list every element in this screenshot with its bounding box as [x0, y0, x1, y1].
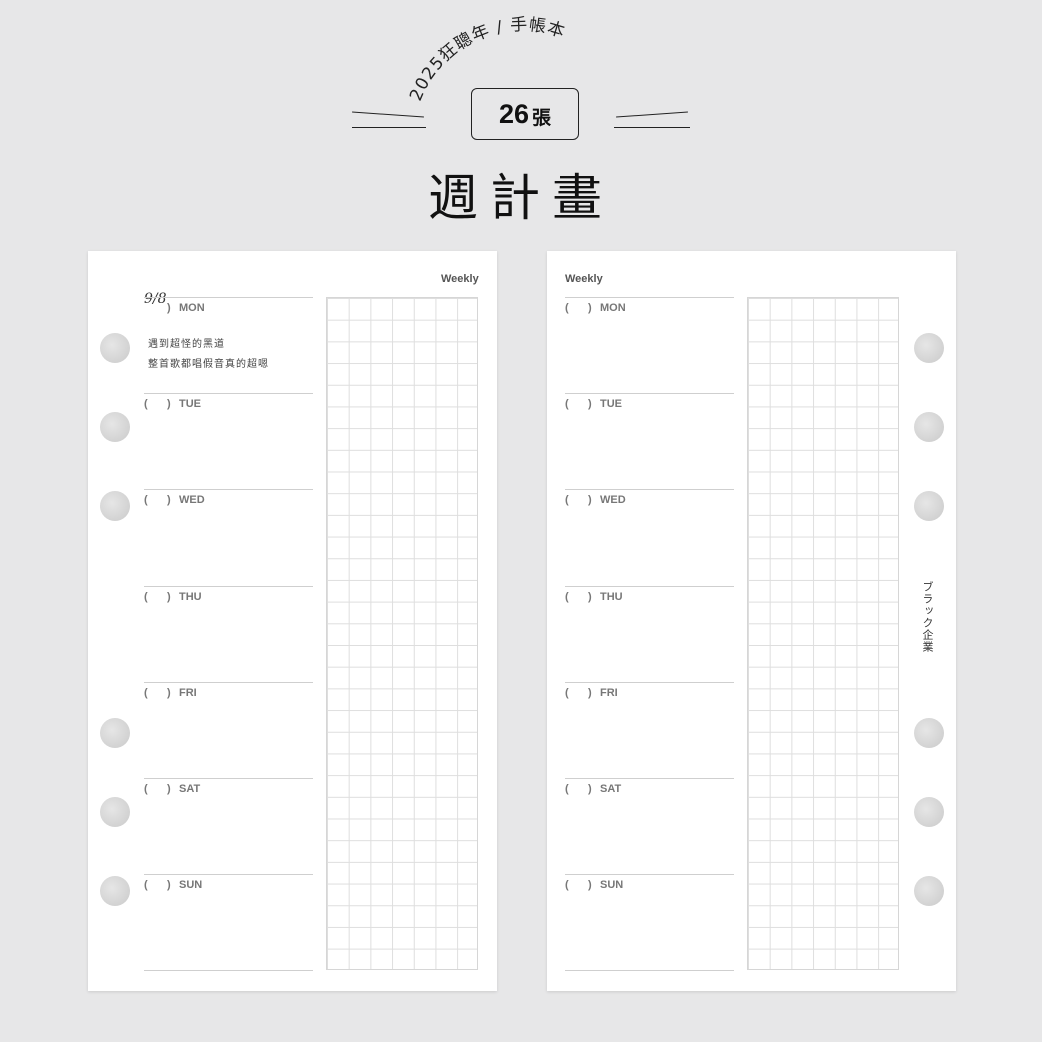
day-divider [565, 585, 734, 587]
binder-hole [914, 412, 944, 442]
deco-line-left-bottom [352, 127, 426, 128]
day-label-mon: MON [179, 302, 205, 314]
date-close-paren: ) [167, 686, 171, 699]
day-label-tue: TUE [600, 398, 622, 411]
day-divider [565, 681, 734, 683]
weekly-label: Weekly [441, 273, 479, 285]
date-open-paren: ( [144, 590, 148, 603]
day-divider [144, 489, 313, 491]
binder-hole [100, 876, 130, 906]
planner-page-right: Weekly ブラック企業 () MON () TUE () WED () THU () FRI (… [547, 251, 956, 991]
date-open-paren: ( [565, 590, 569, 603]
header: 2025狂聰年 / 手帳本 26 張 週計畫 [0, 0, 1042, 240]
day-label-mon: MON [600, 302, 626, 314]
binder-hole [914, 718, 944, 748]
date-close-paren: ) [588, 398, 592, 411]
badge-number: 26 [498, 98, 530, 129]
date-close-paren: ) [588, 494, 592, 507]
date-close-paren: ) [167, 879, 171, 892]
binder-hole [100, 412, 130, 442]
date-close-paren: ) [167, 398, 171, 411]
binder-hole [100, 491, 130, 521]
day-label-fri: FRI [179, 686, 197, 699]
binder-hole [914, 876, 944, 906]
day-divider [144, 778, 313, 779]
deco-line-right-bottom [614, 127, 690, 128]
binder-hole [100, 797, 130, 827]
day-divider [565, 297, 734, 298]
day-divider [144, 681, 313, 683]
day-label-thu: THU [179, 590, 202, 603]
date-open-paren: ( [565, 302, 569, 314]
day-divider [565, 489, 734, 491]
day-divider [565, 874, 734, 876]
date-open-paren: ( [565, 398, 569, 411]
day-divider [144, 874, 313, 876]
date-close-paren: ) [588, 783, 592, 795]
date-close-paren: ) [588, 590, 592, 603]
day-divider [144, 393, 313, 395]
date-open-paren: ( [144, 879, 148, 892]
day-divider [565, 393, 734, 395]
day-label-sun: SUN [179, 879, 203, 892]
grid-notes-area [326, 297, 478, 970]
date-close-paren: ) [588, 302, 592, 314]
weekly-label: Weekly [565, 273, 603, 285]
date-open-paren: ( [565, 879, 569, 892]
binder-hole [100, 333, 130, 363]
date-open-paren: ( [565, 783, 569, 795]
day-label-wed: WED [179, 494, 205, 507]
date-close-paren: ) [167, 302, 171, 314]
day-label-wed: WED [600, 494, 626, 507]
day-divider [144, 970, 313, 972]
date-close-paren: ) [588, 879, 592, 892]
date-open-paren: ( [565, 686, 569, 699]
day-label-sat: SAT [600, 783, 622, 795]
day-divider [144, 585, 313, 587]
page-title: 週計畫 [428, 169, 614, 227]
day-divider [565, 970, 734, 972]
day-label-sun: SUN [600, 879, 624, 892]
binder-hole [914, 491, 944, 521]
handwritten-date: 9/8 [144, 291, 167, 307]
side-vertical-text: ブラック企業 [921, 581, 934, 653]
note-line: 整首歌都唱假音真的超嗯 [148, 359, 269, 370]
date-open-paren: ( [144, 686, 148, 699]
date-close-paren: ) [167, 494, 171, 507]
date-close-paren: ) [167, 590, 171, 603]
day-label-fri: FRI [600, 686, 618, 699]
grid-notes-area [747, 297, 899, 970]
day-divider [565, 778, 734, 779]
binder-hole [914, 333, 944, 363]
day-label-thu: THU [600, 590, 623, 603]
date-open-paren: ( [144, 398, 148, 411]
date-open-paren: ( [144, 783, 148, 795]
planner-page-left: Weekly 9/8 遇到超怪的黑道 整首歌都唱假音真的超嗯 ) MON () TUE… [88, 251, 497, 991]
badge-unit: 張 [532, 108, 552, 129]
day-divider [144, 297, 313, 298]
sheet-count-badge: 26 張 [471, 88, 579, 140]
day-label-tue: TUE [179, 398, 201, 411]
binder-hole [914, 797, 944, 827]
binder-hole [100, 718, 130, 748]
note-line: 遇到超怪的黑道 [148, 339, 225, 350]
date-close-paren: ) [588, 686, 592, 699]
day-label-sat: SAT [179, 783, 201, 795]
date-open-paren: ( [565, 494, 569, 507]
date-open-paren: ( [144, 494, 148, 507]
date-close-paren: ) [167, 783, 171, 795]
